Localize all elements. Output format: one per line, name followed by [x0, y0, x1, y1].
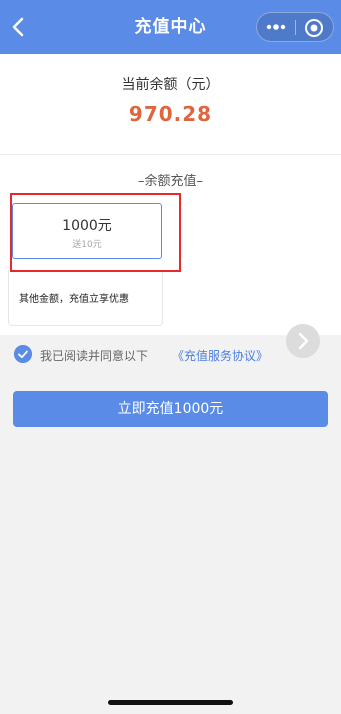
more-dots-icon[interactable] [264, 19, 288, 35]
agreement-row: 我已阅读并同意以下 《充值服务协议》 [14, 344, 314, 364]
capsule-divider [295, 20, 296, 35]
mini-program-capsule [256, 12, 334, 42]
balance-value: 970.28 [128, 102, 213, 126]
recharge-option-other[interactable]: 其他金额，充值立享优惠 [8, 270, 163, 326]
balance-section: 当前余额（元） 970.28 [0, 54, 341, 154]
recharge-section-title: –余额充值– [137, 174, 203, 189]
target-circle-icon[interactable] [303, 17, 325, 39]
option-other-label: 其他金额，充值立享优惠 [19, 294, 129, 305]
highlight-annotation-box [10, 193, 181, 272]
home-indicator[interactable] [108, 700, 233, 705]
recharge-now-button[interactable]: 立即充值1000元 [13, 391, 328, 427]
header-bar: 充值中心 [0, 0, 341, 54]
agreement-text: 我已阅读并同意以下 [40, 349, 149, 363]
checkbox-checked-icon[interactable] [14, 345, 32, 363]
agreement-link[interactable]: 《充值服务协议》 [172, 347, 268, 364]
balance-label: 当前余额（元） [121, 77, 220, 93]
